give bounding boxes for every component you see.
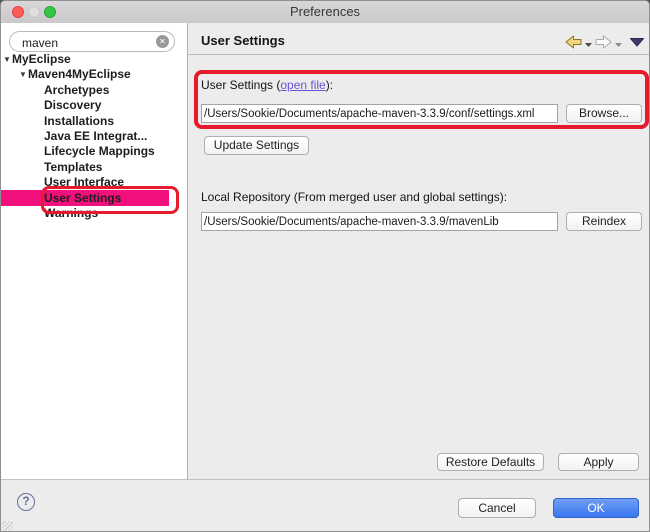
restore-defaults-button[interactable]: Restore Defaults [437, 453, 544, 471]
browse-button[interactable]: Browse... [566, 104, 642, 123]
tree-item-label: Templates [44, 160, 102, 174]
ok-button[interactable]: OK [553, 498, 639, 518]
tree-item-warnings[interactable]: Warnings [1, 206, 187, 221]
settings-panel: User Settings User Settings (open file):… [188, 23, 650, 479]
tree-item-discovery[interactable]: Discovery [1, 98, 187, 113]
tree-item-label: Installations [44, 114, 114, 128]
forward-arrow-icon[interactable] [595, 35, 612, 49]
sidebar: ✕ ▼ MyEclipse ▼ Maven4MyEclipse Archetyp… [1, 23, 188, 479]
update-settings-button[interactable]: Update Settings [204, 136, 309, 155]
tree-item-label: Warnings [44, 206, 98, 220]
tree-item-label: MyEclipse [12, 52, 71, 66]
tree-item-label: Lifecycle Mappings [44, 144, 155, 158]
tree-item-user-interface[interactable]: User Interface [1, 175, 187, 190]
local-repository-label: Local Repository (From merged user and g… [201, 190, 507, 204]
tree-item-label: User Interface [44, 175, 124, 189]
tree-item-label: Discovery [44, 98, 101, 112]
cancel-button[interactable]: Cancel [458, 498, 536, 518]
apply-button[interactable]: Apply [558, 453, 639, 471]
back-dropdown-icon[interactable] [585, 36, 592, 48]
page-title: User Settings [201, 33, 285, 48]
tree-item-myeclipse[interactable]: ▼ MyEclipse [1, 52, 187, 67]
tree-item-label: User Settings [44, 191, 121, 205]
label-text: User Settings ( [201, 78, 280, 92]
filter-search-box[interactable]: ✕ [9, 31, 175, 52]
tree-item-archetypes[interactable]: Archetypes [1, 83, 187, 98]
tree-item-maven4myeclipse[interactable]: ▼ Maven4MyEclipse [1, 67, 187, 82]
disclosure-triangle-icon[interactable]: ▼ [19, 67, 27, 82]
title-bar: Preferences [1, 1, 649, 24]
tree-item-templates[interactable]: Templates [1, 160, 187, 175]
forward-dropdown-icon[interactable] [615, 36, 622, 48]
footer-separator [1, 479, 649, 480]
history-navigation [565, 34, 644, 50]
tree-item-label: Maven4MyEclipse [28, 67, 131, 81]
resize-grip[interactable] [2, 521, 13, 532]
tree-item-user-settings[interactable]: User Settings [1, 191, 187, 206]
tree-item-label: Java EE Integrat... [44, 129, 147, 143]
disclosure-triangle-icon[interactable]: ▼ [3, 52, 11, 67]
back-arrow-icon[interactable] [565, 35, 582, 49]
user-settings-label: User Settings (open file): [201, 78, 333, 92]
preferences-tree: ▼ MyEclipse ▼ Maven4MyEclipse Archetypes… [1, 52, 187, 221]
search-input[interactable] [20, 33, 154, 52]
view-menu-icon[interactable] [630, 36, 644, 48]
preferences-window: Preferences ✕ ▼ MyEclipse ▼ Maven4MyEcli… [0, 0, 650, 532]
tree-item-label: Archetypes [44, 83, 109, 97]
user-settings-path-field[interactable] [201, 104, 558, 123]
window-title: Preferences [1, 1, 649, 23]
tree-item-java-ee-integration[interactable]: Java EE Integrat... [1, 129, 187, 144]
open-file-link[interactable]: open file [280, 78, 325, 92]
local-repository-path-field[interactable] [201, 212, 558, 231]
tree-item-installations[interactable]: Installations [1, 114, 187, 129]
label-text: ): [326, 78, 333, 92]
tree-item-lifecycle-mappings[interactable]: Lifecycle Mappings [1, 144, 187, 159]
clear-search-icon[interactable]: ✕ [156, 35, 169, 48]
header-separator [188, 54, 650, 55]
reindex-button[interactable]: Reindex [566, 212, 642, 231]
help-button[interactable]: ? [17, 493, 35, 511]
